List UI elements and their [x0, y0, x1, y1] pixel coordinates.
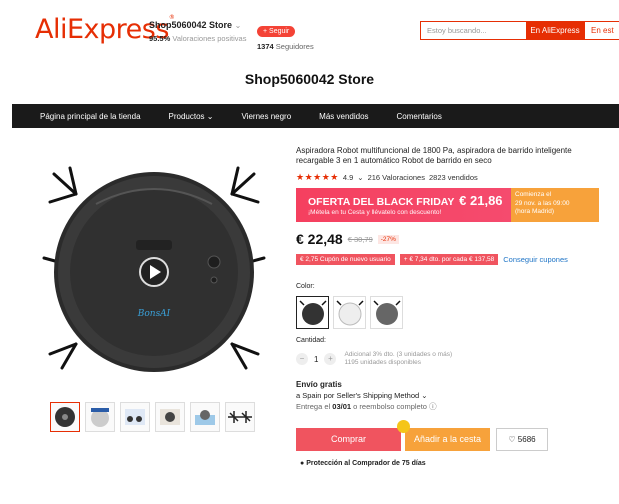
original-price: € 30,79 [347, 234, 373, 244]
chevron-down-icon: ⌄ [234, 21, 242, 30]
search-aliexpress-button[interactable]: En AliExpress [526, 21, 584, 40]
product-info: Aspiradora Robot multifuncional de 1800 … [296, 146, 606, 183]
nav-item-black-friday[interactable]: Viernes negro [241, 112, 291, 121]
shield-icon: ● [300, 460, 305, 467]
black-friday-banner: OFERTA DEL BLACK FRIDAY € 21,86 ¡Métela … [296, 188, 511, 222]
quantity-decrease-button[interactable]: − [296, 353, 308, 365]
nav-item-home[interactable]: Página principal de la tienda [40, 112, 141, 121]
reviews-count[interactable]: 216 Valoraciones [368, 173, 425, 182]
follow-button[interactable]: + Seguir [257, 26, 296, 37]
thumbnail-3[interactable] [120, 402, 150, 432]
delivery-estimate: Entrega el 03/01 o reembolso completo ⓘ [296, 402, 437, 411]
coupon-new-user[interactable]: € 2,75 Cupón de nuevo usuario [296, 254, 395, 265]
chevron-down-icon: ⌄ [206, 111, 214, 121]
thumbnail-2[interactable] [85, 402, 115, 432]
color-option-white[interactable] [333, 296, 366, 329]
shop-name-link[interactable]: Shop5060042 Store ⌄ [149, 20, 246, 30]
chevron-down-icon: ⌄ [421, 391, 428, 400]
thumbnail-5[interactable] [190, 402, 220, 432]
svg-text:BonsAI: BonsAI [137, 309, 171, 319]
black-friday-subtitle: ¡Métela en tu Cesta y llévatelo con desc… [308, 209, 442, 216]
current-price: € 22,48 [296, 231, 343, 247]
store-title: Shop5060042 Store [244, 71, 375, 87]
star-rating-icon: ★★★★★ [296, 172, 339, 182]
quantity-value[interactable]: 1 [314, 355, 318, 364]
nav-item-products[interactable]: Productos ⌄ [169, 112, 214, 121]
shop-stats: 95.5% Valoraciones positivas [149, 34, 247, 43]
price-row: € 22,48 € 30,79 -27% [296, 231, 399, 247]
color-options [296, 296, 407, 329]
discount-badge: -27% [377, 234, 399, 244]
shipping-title: Envío gratis [296, 380, 342, 389]
heart-icon: ♡ [508, 435, 516, 444]
coupon-row: € 2,75 Cupón de nuevo usuario + € 7,34 d… [296, 254, 568, 265]
rating-value: 4.9 [342, 173, 354, 182]
add-to-cart-button[interactable]: Añadir a la cesta [405, 428, 490, 451]
help-icon[interactable]: ⓘ [429, 402, 437, 411]
rating-row[interactable]: ★★★★★ 4.9 ⌄ 216 Valoraciones 2823 vendid… [296, 172, 606, 183]
quantity-note: Adicional 3% dto. (3 unidades o más) 1195… [344, 351, 453, 366]
buyer-protection: ● Protección al Comprador de 75 días [300, 460, 426, 467]
nav-item-reviews[interactable]: Comentarios [397, 112, 442, 121]
shipping-info: Envío gratis a Spain por Seller's Shippi… [296, 379, 437, 412]
sold-count: 2823 vendidos [428, 173, 478, 182]
buy-now-button[interactable]: Comprar [296, 428, 401, 451]
thumbnail-strip [50, 402, 260, 432]
thumbnail-6[interactable] [225, 402, 255, 432]
quantity-increase-button[interactable]: + [324, 353, 337, 365]
get-coupons-link[interactable]: Conseguir cupones [503, 255, 568, 264]
nav-item-best-sellers[interactable]: Más vendidos [319, 112, 368, 121]
coupon-spend[interactable]: + € 7,34 dto. por cada € 137,58 [399, 254, 499, 265]
black-friday-price: € 21,86 [459, 193, 503, 208]
black-friday-start: Comienza el 29 nov. a las 09:00 (hora Ma… [511, 188, 599, 222]
followers-count: 1374 Seguidores [257, 42, 314, 51]
color-option-black[interactable] [296, 296, 329, 329]
store-nav: Página principal de la tienda Productos … [12, 104, 619, 128]
thumbnail-4[interactable] [155, 402, 185, 432]
product-main-image[interactable]: BonsAI [36, 154, 272, 390]
shop-info: Shop5060042 Store ⌄ 95.5% Valoraciones p… [149, 20, 246, 43]
cursor-highlight-icon [397, 420, 410, 433]
search-input[interactable]: Estoy buscando... [420, 21, 526, 40]
quantity-stepper: − 1 + Adicional 3% dto. (3 unidades o má… [296, 351, 452, 367]
color-label: Color: [296, 283, 315, 290]
color-option-gray[interactable] [370, 296, 403, 329]
thumbnail-1[interactable] [50, 402, 80, 432]
follow-area: + Seguir 1374 Seguidores [257, 20, 314, 51]
wishlist-button[interactable]: ♡ 5686 [496, 428, 548, 451]
quantity-label: Cantidad: [296, 337, 326, 344]
search-store-button[interactable]: En est [584, 21, 619, 40]
product-title: Aspiradora Robot multifuncional de 1800 … [296, 146, 572, 165]
shipping-method[interactable]: a Spain por Seller's Shipping Method ⌄ [296, 390, 437, 401]
chevron-down-icon: ⌄ [357, 173, 364, 182]
header: AliExpress® Shop5060042 Store ⌄ 95.5% Va… [0, 0, 619, 52]
